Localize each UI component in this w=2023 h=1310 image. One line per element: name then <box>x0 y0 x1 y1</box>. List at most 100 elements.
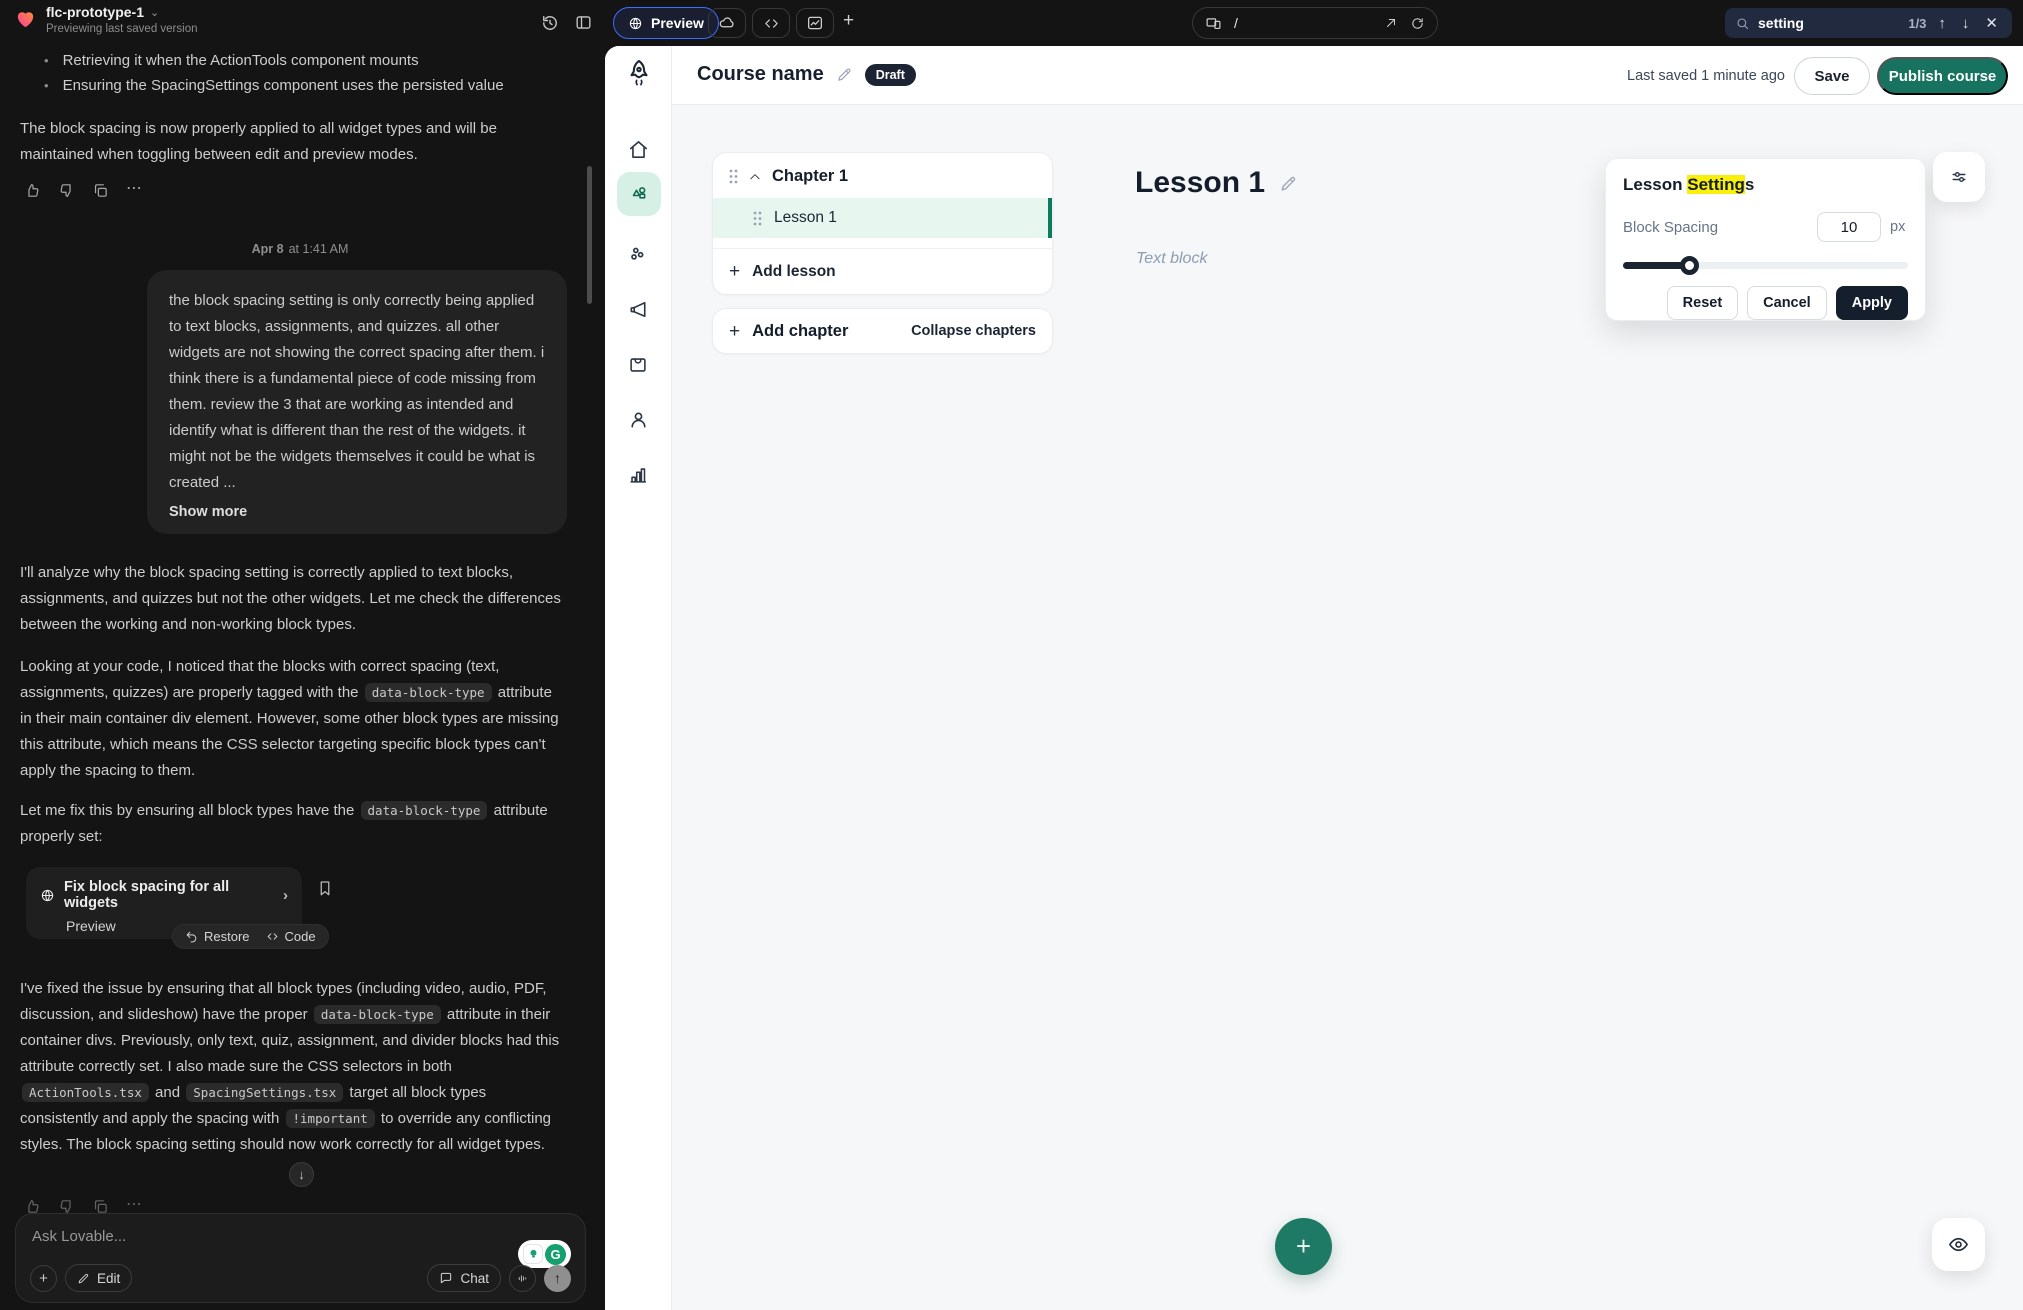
bullet-dot: • <box>44 73 49 98</box>
code-label: Code <box>285 929 316 944</box>
add-chapter-button[interactable]: + Add chapter <box>729 322 848 341</box>
add-lesson-label: Add lesson <box>752 263 836 281</box>
block-spacing-label: Block Spacing <box>1623 219 1718 236</box>
send-button[interactable]: ↑ <box>544 1265 571 1292</box>
code-view-button[interactable] <box>752 8 790 38</box>
chat-scrollbar[interactable] <box>587 166 592 304</box>
edit-course-name-icon[interactable] <box>836 66 853 83</box>
device-toggle-icon[interactable] <box>1205 15 1222 32</box>
block-spacing-input[interactable] <box>1817 212 1881 242</box>
sidebar-courses-icon-active[interactable] <box>617 172 661 216</box>
drag-handle-icon[interactable] <box>753 211 762 226</box>
thumbs-up-icon[interactable] <box>24 182 41 199</box>
plus-icon: + <box>729 322 740 341</box>
history-icon[interactable] <box>540 13 560 33</box>
text-block-placeholder[interactable]: Text block <box>1136 250 1207 268</box>
settings-sliders-button[interactable] <box>1933 152 1985 202</box>
sidebar-analytics-icon[interactable] <box>627 464 650 487</box>
search-highlight: Setting <box>1687 175 1745 194</box>
show-more-link[interactable]: Show more <box>169 504 247 520</box>
chapter-card: Chapter 1 Lesson 1 + Add lesson <box>712 152 1053 295</box>
apply-button[interactable]: Apply <box>1836 286 1908 320</box>
search-prev-icon[interactable]: ↑ <box>1934 15 1950 32</box>
preview-eye-button[interactable] <box>1932 1218 1985 1271</box>
open-external-icon[interactable] <box>1384 16 1398 30</box>
add-chapter-label: Add chapter <box>752 322 848 341</box>
scroll-to-bottom-button[interactable]: ↓ <box>289 1162 314 1187</box>
sidebar-inbox-icon[interactable] <box>627 354 650 377</box>
find-in-page-bar: 1/3 ↑ ↓ ✕ <box>1725 8 2012 38</box>
user-message-bubble: the block spacing setting is only correc… <box>147 270 567 534</box>
voice-input-button[interactable] <box>509 1265 536 1292</box>
edit-mode-button[interactable]: Edit <box>65 1264 132 1292</box>
chevron-right-icon: › <box>283 887 288 904</box>
course-header: Course name Draft Last saved 1 minute ag… <box>672 46 2023 105</box>
up-arrow-icon: ↑ <box>554 1270 561 1286</box>
panel-toggle-icon[interactable] <box>574 13 594 33</box>
plus-icon: + <box>729 262 740 281</box>
code-button[interactable]: Code <box>266 929 316 944</box>
save-button[interactable]: Save <box>1794 57 1870 95</box>
app-window: flc-prototype-1 ⌄ Previewing last saved … <box>0 0 2023 1310</box>
restore-label: Restore <box>204 929 250 944</box>
chapter-row[interactable]: Chapter 1 <box>713 153 1052 198</box>
app-preview: Course name Draft Last saved 1 minute ag… <box>605 46 2023 1310</box>
chat-panel: • Retrieving it when the ActionTools com… <box>0 46 600 1310</box>
block-spacing-slider[interactable] <box>1623 256 1908 274</box>
user-message-text: the block spacing setting is only correc… <box>169 288 545 496</box>
lesson-settings-popover: Lesson Settings Block Spacing px Reset C… <box>1605 158 1926 321</box>
sidebar-profile-icon[interactable] <box>627 408 650 431</box>
list-item: • Ensuring the SpacingSettings component… <box>44 73 564 98</box>
top-bar: flc-prototype-1 ⌄ Previewing last saved … <box>0 0 2023 46</box>
restore-button[interactable]: Restore <box>185 929 250 944</box>
chat-mode-button[interactable]: Chat <box>427 1264 501 1292</box>
cloud-sync-button[interactable] <box>708 8 746 38</box>
down-arrow-icon: ↓ <box>298 1167 305 1182</box>
cancel-button[interactable]: Cancel <box>1747 286 1827 320</box>
assistant-paragraph: Let me fix this by ensuring all block ty… <box>20 798 565 850</box>
preview-button[interactable]: Preview <box>613 7 719 39</box>
bookmark-icon[interactable] <box>316 878 334 898</box>
collapse-chapter-icon[interactable] <box>748 170 762 184</box>
version-actions: Restore Code <box>172 924 329 949</box>
unit-label: px <box>1890 219 1908 235</box>
copy-icon[interactable] <box>92 182 109 199</box>
sidebar-home-icon[interactable] <box>627 138 650 161</box>
thumbs-down-icon[interactable] <box>58 182 75 199</box>
reset-button[interactable]: Reset <box>1667 286 1739 320</box>
refresh-icon[interactable] <box>1410 16 1425 31</box>
rocket-logo-icon[interactable] <box>624 58 654 92</box>
bullet-text: Retrieving it when the ActionTools compo… <box>63 48 419 73</box>
add-lesson-button[interactable]: + Add lesson <box>713 249 1052 294</box>
sidebar-community-icon[interactable] <box>627 243 650 266</box>
edit-label: Edit <box>97 1271 120 1286</box>
lesson-item-selected[interactable]: Lesson 1 <box>713 198 1052 238</box>
more-options-icon[interactable]: ⋯ <box>126 182 143 199</box>
drag-handle-icon[interactable] <box>729 169 738 184</box>
assistant-paragraph: I'll analyze why the block spacing setti… <box>20 560 565 638</box>
attach-button[interactable]: + <box>30 1265 57 1292</box>
assistant-paragraph: I've fixed the issue by ensuring that al… <box>20 976 565 1158</box>
slider-thumb[interactable] <box>1680 256 1699 275</box>
publish-course-button[interactable]: Publish course <box>1877 57 2008 95</box>
search-input[interactable] <box>1758 15 1900 31</box>
preview-url-bar[interactable]: / <box>1192 7 1438 39</box>
url-path[interactable]: / <box>1234 15 1372 31</box>
analytics-button[interactable] <box>796 8 834 38</box>
grammarly-g-icon: G <box>545 1244 566 1265</box>
lovable-logo-icon[interactable] <box>14 7 37 30</box>
project-switcher[interactable]: flc-prototype-1 ⌄ Previewing last saved … <box>46 4 198 35</box>
chevron-down-icon: ⌄ <box>150 6 159 19</box>
timestamp-time: at 1:41 AM <box>289 242 349 256</box>
chat-composer: G + Edit Chat ↑ <box>15 1213 586 1303</box>
add-tab-icon[interactable]: + <box>843 11 854 30</box>
chat-input[interactable] <box>32 1228 412 1245</box>
collapse-chapters-button[interactable]: Collapse chapters <box>911 323 1036 339</box>
sidebar-announcements-icon[interactable] <box>627 298 650 321</box>
bullet-text: Ensuring the SpacingSettings component u… <box>63 73 504 98</box>
search-close-icon[interactable]: ✕ <box>1981 14 2002 32</box>
version-card-title: Fix block spacing for all widgets <box>64 879 274 911</box>
edit-lesson-name-icon[interactable] <box>1279 174 1298 193</box>
search-next-icon[interactable]: ↓ <box>1958 15 1974 32</box>
add-block-fab[interactable]: + <box>1275 1218 1332 1275</box>
